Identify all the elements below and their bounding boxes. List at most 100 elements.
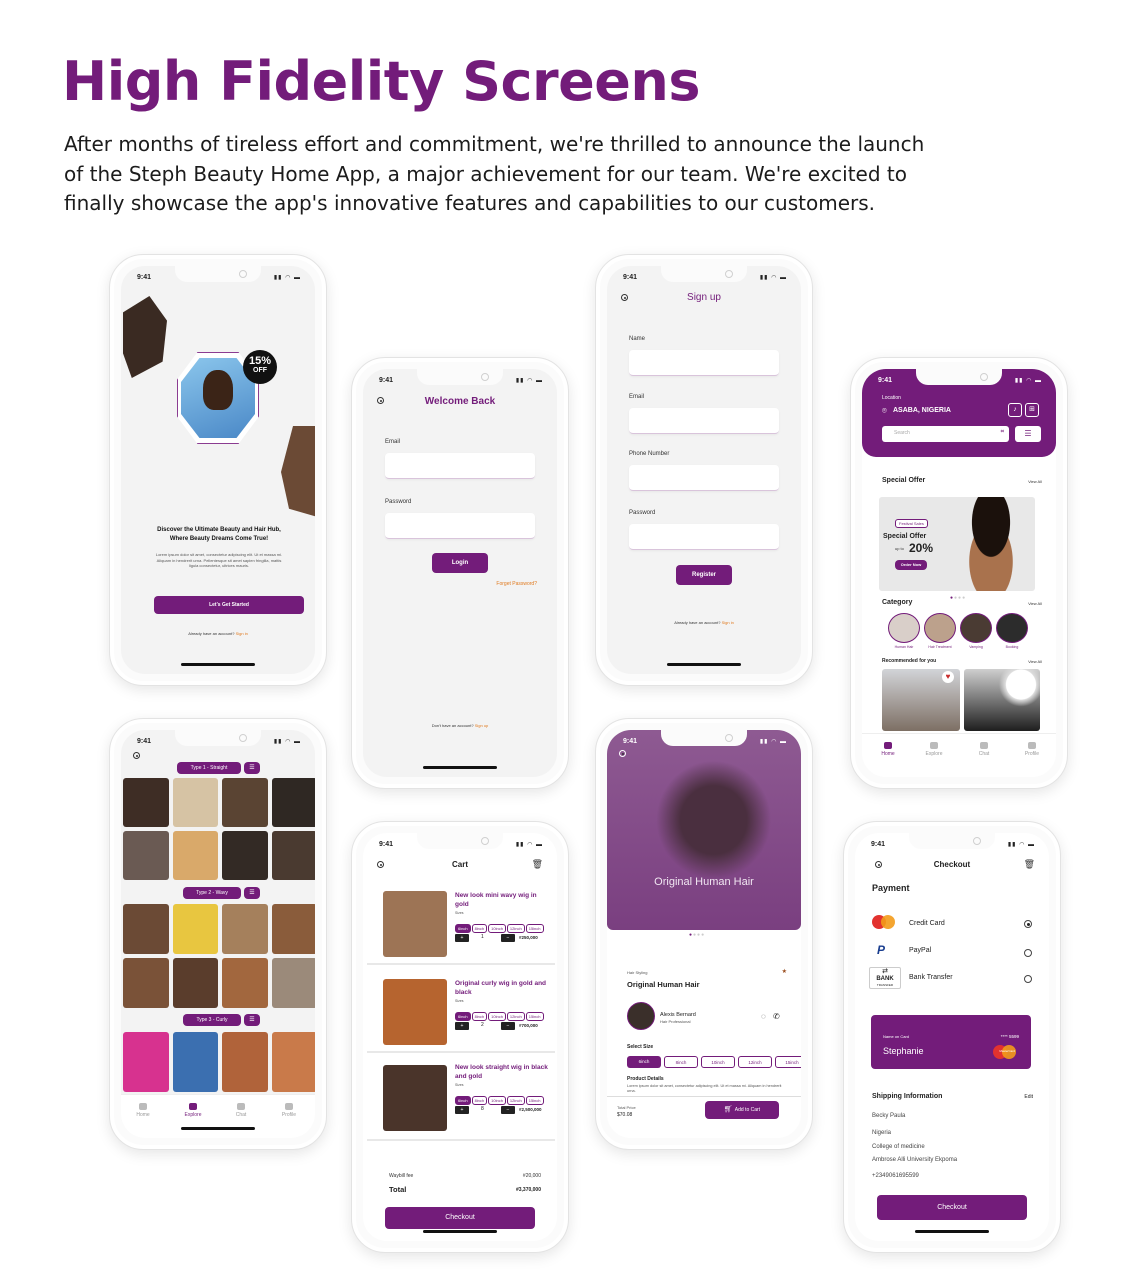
chat-icon[interactable]: ◌ — [761, 1012, 766, 1021]
sign-in-link[interactable]: Sign in — [236, 631, 248, 636]
phone-icon[interactable]: ✆ — [773, 1012, 780, 1021]
type1-filter-icon[interactable]: ☰ — [244, 762, 260, 774]
password-field[interactable] — [629, 524, 779, 550]
category-booking[interactable] — [996, 613, 1028, 643]
trash-icon[interactable]: 🗑︎ — [532, 859, 543, 870]
sign-up-link[interactable]: Sign up — [475, 723, 489, 728]
type2-filter-icon[interactable]: ☰ — [244, 887, 260, 899]
nav-explore[interactable]: Explore — [171, 1103, 215, 1118]
email-field[interactable] — [629, 408, 779, 434]
star-icon[interactable]: ★ — [782, 968, 787, 975]
password-field[interactable] — [385, 513, 535, 539]
category-view-all[interactable]: View All — [1028, 601, 1042, 606]
checkout-button[interactable]: Checkout — [385, 1207, 535, 1229]
hair-photo[interactable] — [123, 1032, 169, 1092]
type2-tag[interactable]: Type 2 - Wavy — [183, 887, 241, 899]
checkout-screen: 9:41 ▮▮ ◠ ▬ Checkout 🗑︎ Payment Credit C… — [855, 833, 1049, 1241]
sign-in-link[interactable]: Sign in — [722, 620, 734, 625]
special-offer-view-all[interactable]: View All — [1028, 479, 1042, 484]
login-footer-text: Don't have an account? — [431, 723, 474, 728]
location-value[interactable]: ASABA, NIGERIA — [893, 407, 951, 414]
hair-photo[interactable] — [123, 958, 169, 1008]
payment-radio-bank-transfer[interactable] — [1024, 975, 1032, 983]
nav-chat[interactable]: Chat — [962, 742, 1006, 757]
payment-radio-credit-card[interactable] — [1024, 920, 1032, 928]
size-option-1[interactable]: 8inch — [664, 1056, 698, 1068]
size-option-3[interactable]: 12inch — [738, 1056, 772, 1068]
nav-home[interactable]: Home — [866, 742, 910, 757]
recommended-item-2[interactable] — [964, 669, 1040, 731]
hair-photo[interactable] — [172, 904, 218, 954]
hair-photo[interactable] — [271, 778, 315, 827]
hair-photo[interactable] — [222, 1032, 268, 1092]
payment-method-label[interactable]: PayPal — [909, 947, 931, 954]
increase-qty-button[interactable]: + — [455, 1022, 469, 1030]
shipping-line-1: College of medicine — [872, 1144, 925, 1150]
payment-card[interactable]: Name on Card **** 5599 Stephanie MasterC… — [871, 1015, 1031, 1069]
size-option-0[interactable]: 6inch — [627, 1056, 661, 1068]
back-icon[interactable] — [619, 750, 626, 757]
cart-item-name: Original curly wig in gold and black — [455, 980, 547, 996]
payment-method-label[interactable]: Credit Card — [909, 920, 945, 927]
nav-explore[interactable]: Explore — [912, 742, 956, 757]
size-option-4[interactable]: 15inch — [775, 1056, 801, 1068]
get-started-button[interactable]: Let's Get Started — [154, 596, 304, 614]
decrease-qty-button[interactable]: − — [501, 1022, 515, 1030]
hair-photo[interactable] — [222, 904, 268, 954]
name-field[interactable] — [629, 350, 779, 376]
payment-method-label[interactable]: Bank Transfer — [909, 974, 953, 981]
hair-photo[interactable] — [172, 831, 218, 880]
hair-photo[interactable] — [271, 1032, 315, 1092]
decrease-qty-button[interactable]: − — [501, 934, 515, 942]
type1-tag[interactable]: Type 1 - Straight — [177, 762, 241, 774]
hair-photo[interactable] — [271, 831, 315, 880]
hair-photo[interactable] — [271, 958, 315, 1008]
scan-icon[interactable]: ⌗ — [1001, 429, 1004, 436]
category-hair-treatment[interactable] — [924, 613, 956, 643]
hair-photo[interactable] — [222, 831, 268, 880]
phone-field[interactable] — [629, 465, 779, 491]
filter-icon[interactable]: ☰ — [1015, 426, 1041, 442]
category-human-hair[interactable] — [888, 613, 920, 643]
login-button[interactable]: Login — [432, 553, 488, 573]
back-icon[interactable] — [133, 752, 140, 759]
status-time: 9:41 — [379, 377, 394, 384]
hair-photo[interactable] — [172, 1032, 218, 1092]
size-option-2[interactable]: 10inch — [701, 1056, 735, 1068]
hair-photo[interactable] — [222, 958, 268, 1008]
heart-icon[interactable]: ♥ — [942, 671, 954, 683]
search-input[interactable]: Search ⌗ — [882, 426, 1009, 442]
decrease-qty-button[interactable]: − — [501, 1106, 515, 1114]
category-vamping[interactable] — [960, 613, 992, 643]
nav-profile[interactable]: Profile — [267, 1103, 311, 1118]
nav-profile[interactable]: Profile — [1010, 742, 1054, 757]
forgot-password-link[interactable]: Forget Password? — [496, 581, 537, 587]
order-now-button[interactable]: Order Now — [895, 560, 927, 570]
shipping-edit-link[interactable]: Edit — [1024, 1094, 1033, 1100]
type3-filter-icon[interactable]: ☰ — [244, 1014, 260, 1026]
hair-photo[interactable] — [172, 958, 218, 1008]
hair-photo[interactable] — [123, 778, 169, 827]
register-button[interactable]: Register — [676, 565, 732, 585]
increase-qty-button[interactable]: + — [455, 934, 469, 942]
nav-chat[interactable]: Chat — [219, 1103, 263, 1118]
hair-photo[interactable] — [123, 831, 169, 880]
nav-home[interactable]: Home — [121, 1103, 165, 1118]
add-to-cart-button[interactable]: 🛒︎ Add to Cart — [705, 1101, 779, 1119]
recommended-view-all[interactable]: View All — [1028, 659, 1042, 664]
hair-photo[interactable] — [172, 778, 218, 827]
cart-icon[interactable]: ⊞ — [1025, 403, 1039, 417]
type3-tag[interactable]: Type 3 - Curly — [183, 1014, 241, 1026]
mastercard-icon — [872, 915, 896, 929]
hero-title: Original Human Hair — [654, 876, 754, 888]
offer-banner[interactable]: Festival Sales Special Offer up to 20% O… — [879, 497, 1035, 591]
payment-radio-paypal[interactable] — [1024, 949, 1032, 957]
checkout-button[interactable]: Checkout — [877, 1195, 1027, 1220]
increase-qty-button[interactable]: + — [455, 1106, 469, 1114]
email-field[interactable] — [385, 453, 535, 479]
hair-photo[interactable] — [222, 778, 268, 827]
bell-icon[interactable]: ♪ — [1008, 403, 1022, 417]
trash-icon[interactable]: 🗑︎ — [1024, 859, 1035, 870]
hair-photo[interactable] — [271, 904, 315, 954]
hair-photo[interactable] — [123, 904, 169, 954]
